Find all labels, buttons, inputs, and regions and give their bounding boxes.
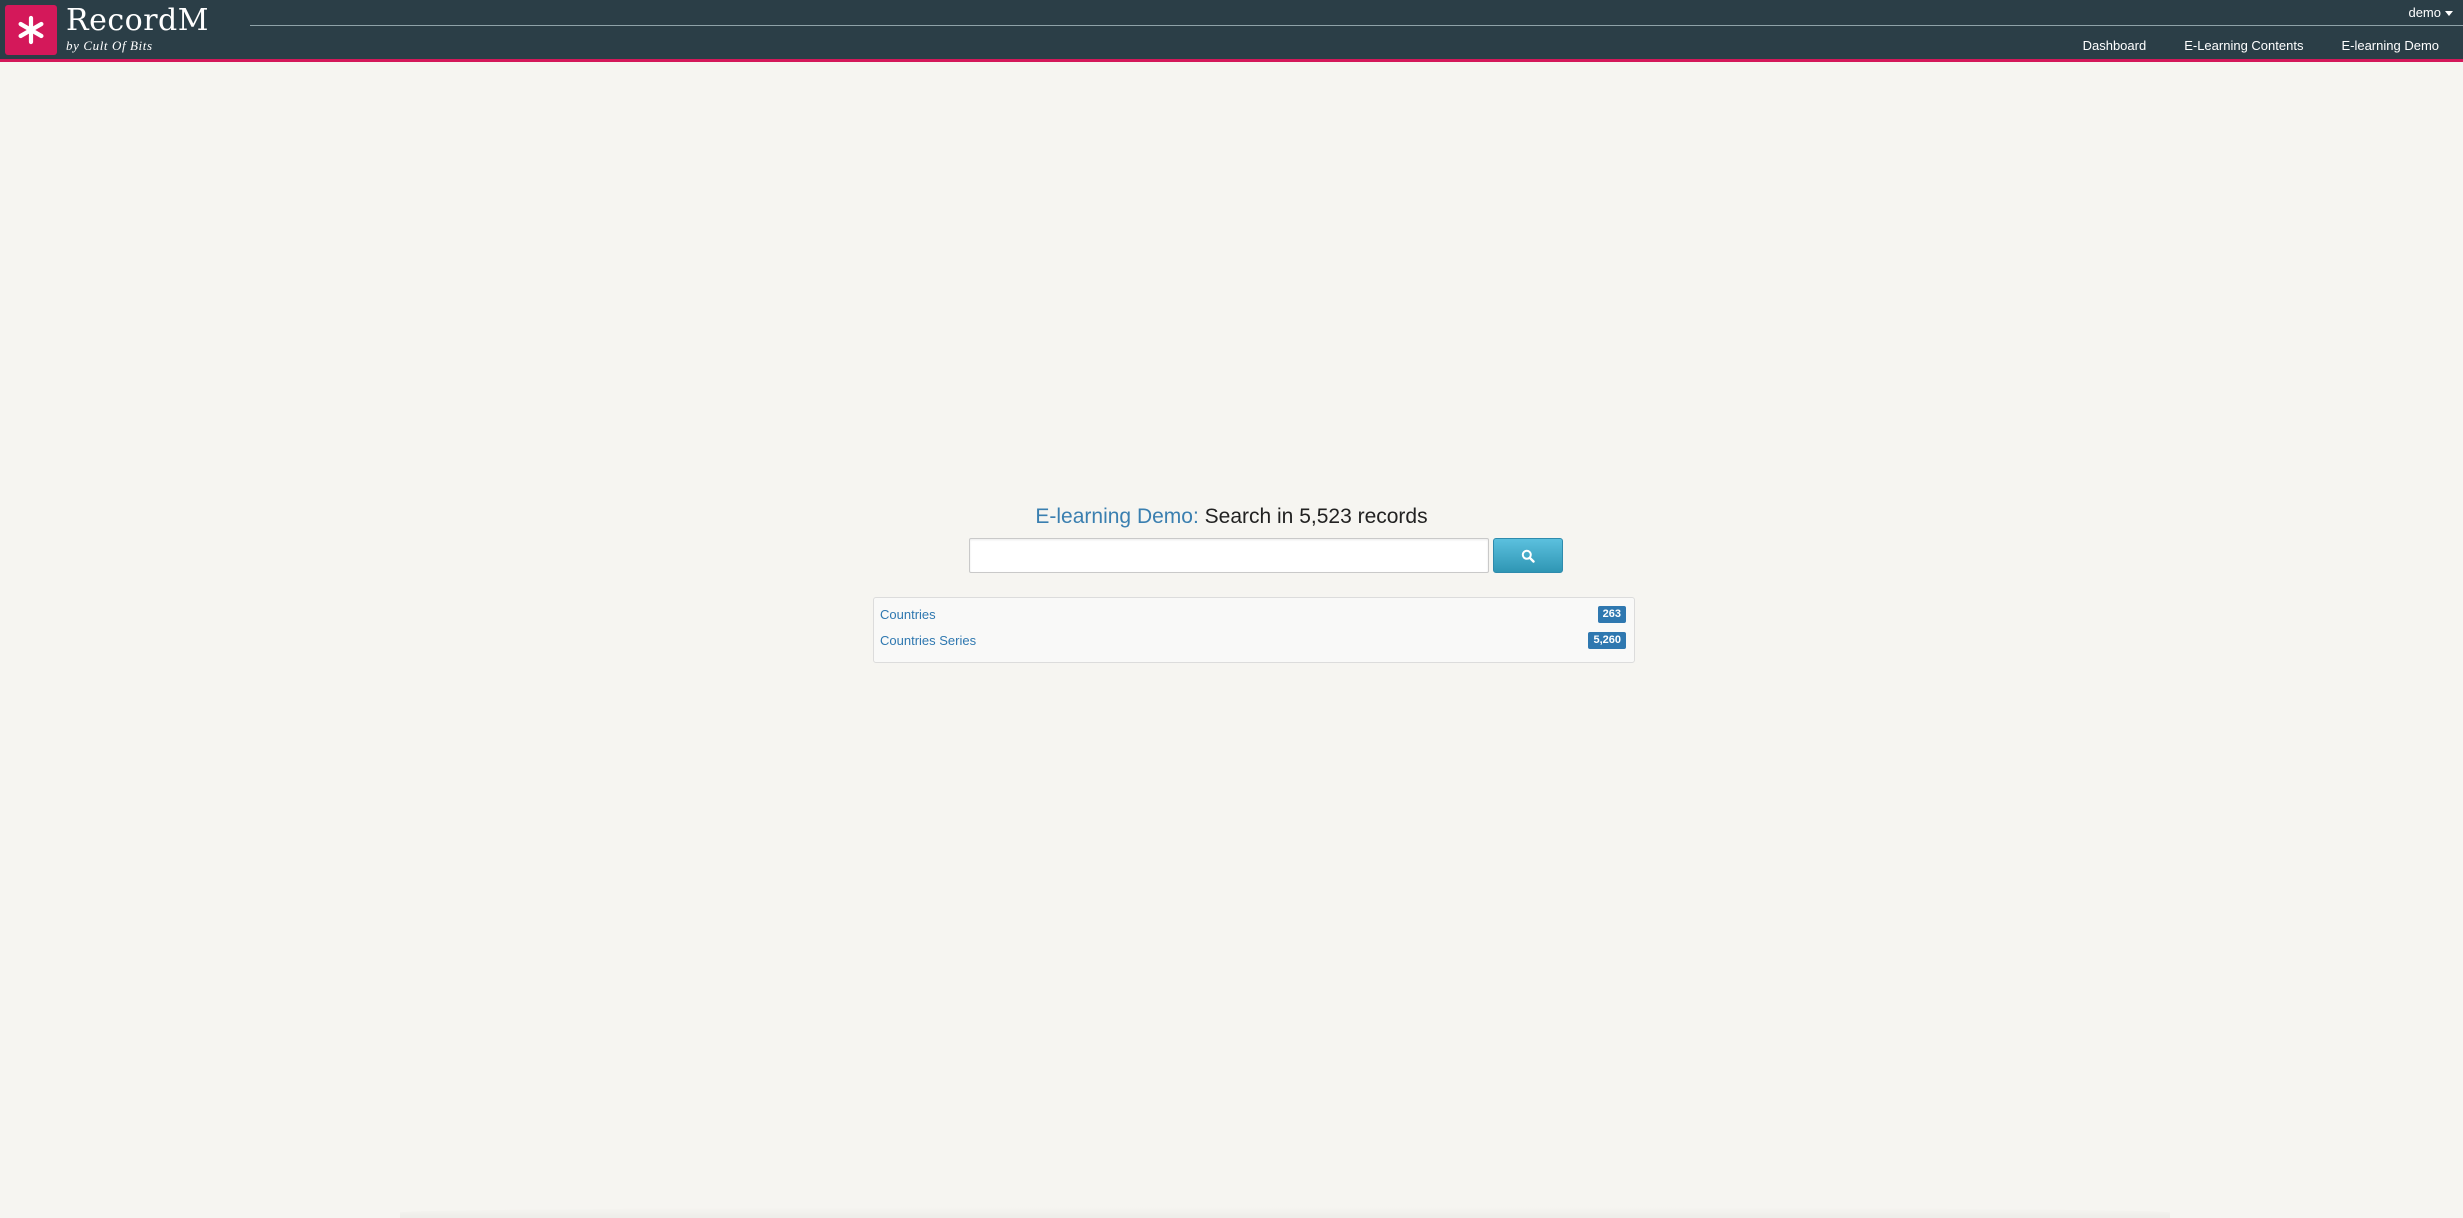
- result-link-countries-series[interactable]: Countries Series: [880, 633, 976, 649]
- list-item: Countries 263: [880, 604, 1626, 626]
- nav-elearning-demo[interactable]: E-learning Demo: [2341, 38, 2439, 54]
- nav-dashboard[interactable]: Dashboard: [2083, 38, 2147, 54]
- user-name: demo: [2408, 5, 2441, 20]
- search-input[interactable]: [969, 538, 1489, 573]
- footer-shadow: [400, 1207, 2170, 1218]
- search-heading: E-learning Demo: Search in 5,523 records: [0, 503, 2463, 531]
- app-name-link[interactable]: E-learning Demo:: [1035, 505, 1198, 528]
- result-link-countries[interactable]: Countries: [880, 607, 936, 623]
- nav-elearning-contents[interactable]: E-Learning Contents: [2184, 38, 2303, 54]
- brand-subtitle: by Cult Of Bits: [66, 38, 153, 53]
- search-count-text: Search in 5,523 records: [1204, 505, 1428, 528]
- list-item: Countries Series 5,260: [880, 630, 1626, 652]
- count-badge: 263: [1597, 606, 1626, 623]
- search-icon: [1521, 549, 1535, 563]
- main-nav: Dashboard E-Learning Contents E-learning…: [2083, 38, 2439, 54]
- brand-name: RecordM: [66, 3, 209, 38]
- search-button[interactable]: [1493, 538, 1563, 573]
- top-navbar: RecordM by Cult Of Bits demo Dashboard E…: [0, 0, 2463, 62]
- caret-down-icon: [2445, 10, 2453, 16]
- header-divider: [250, 25, 2463, 26]
- count-badge: 5,260: [1588, 632, 1626, 649]
- results-list: Countries 263 Countries Series 5,260: [873, 597, 1635, 663]
- logo[interactable]: [5, 5, 57, 55]
- user-menu[interactable]: demo: [2408, 5, 2453, 21]
- asterisk-icon: [18, 15, 44, 45]
